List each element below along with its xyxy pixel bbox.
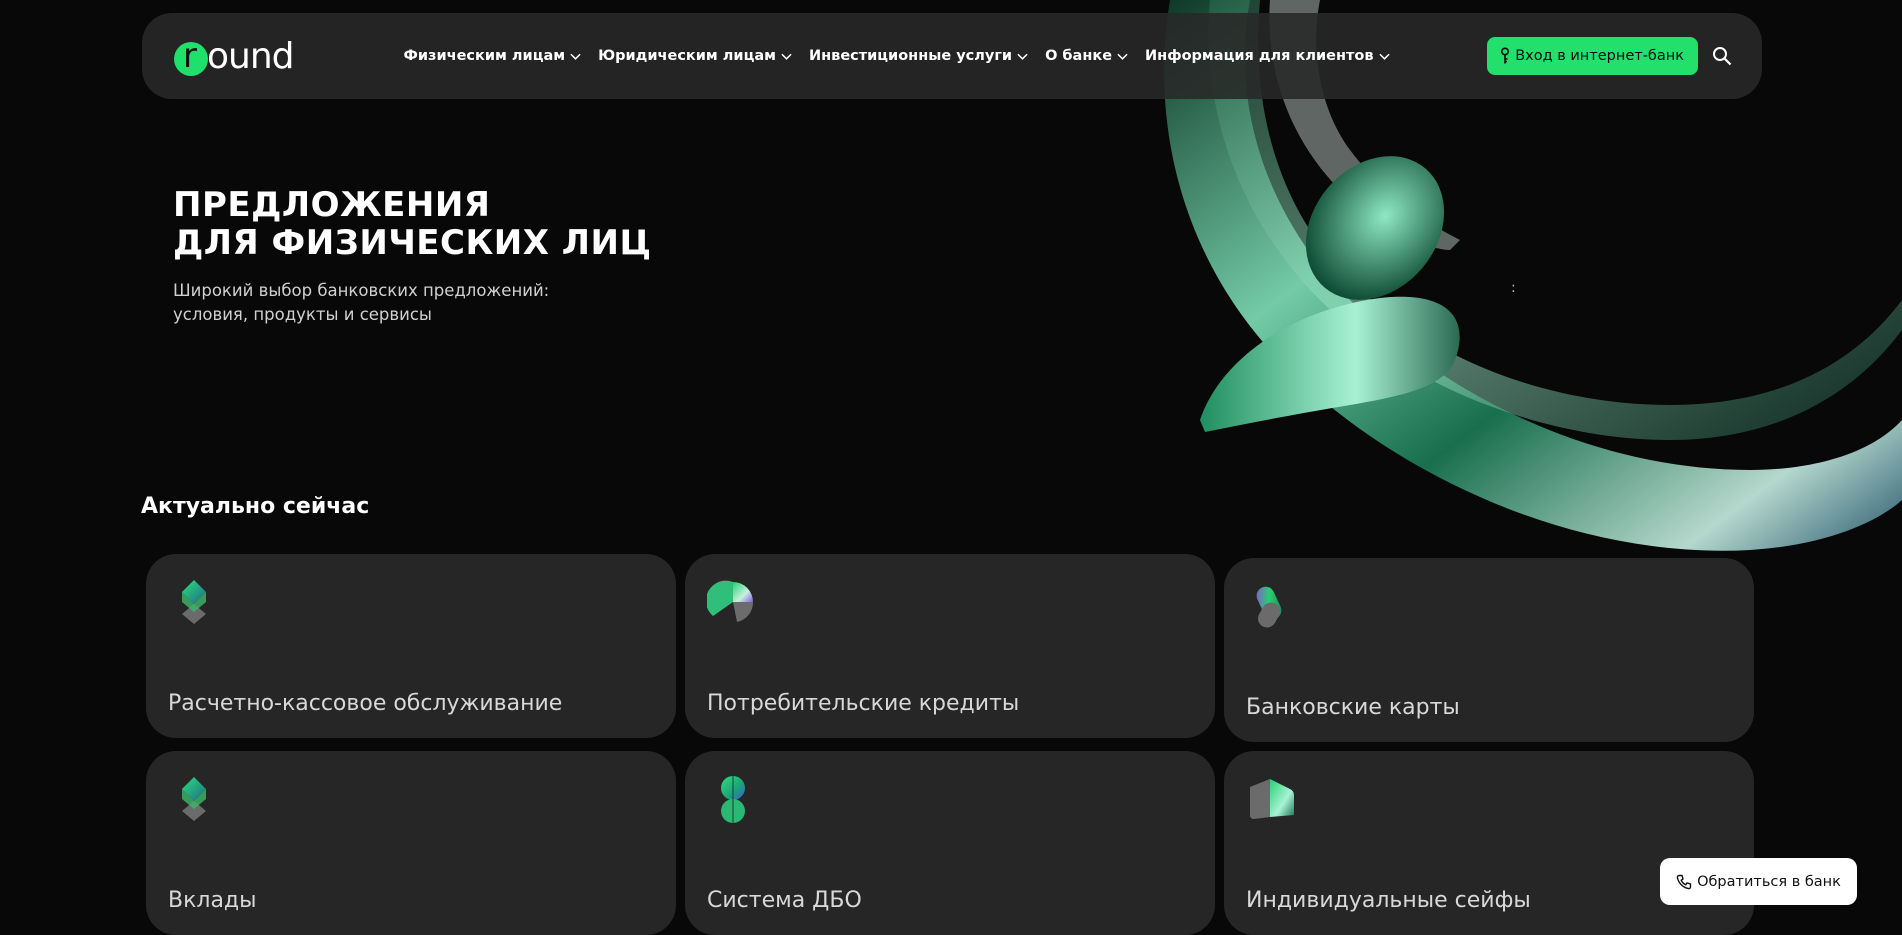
- nav-investment[interactable]: Инвестиционные услуги: [809, 48, 1028, 64]
- nav-label: Информация для клиентов: [1145, 48, 1374, 64]
- card-deposits[interactable]: Вклады: [146, 751, 676, 935]
- card-bank-cards[interactable]: Банковские карты: [1224, 558, 1754, 742]
- diamond-stack-icon: [182, 777, 206, 821]
- nav-label: О банке: [1045, 48, 1113, 64]
- card-label: Индивидуальные сейфы: [1246, 888, 1531, 913]
- card-consumer-loans[interactable]: Потребительские кредиты: [685, 554, 1215, 738]
- page-subtitle-line: Широкий выбор банковских предложений:: [173, 281, 550, 300]
- chevron-down-icon: [1017, 53, 1028, 60]
- card-safe-deposit[interactable]: Индивидуальные сейфы: [1224, 751, 1754, 935]
- page-title-line: ДЛЯ ФИЗИЧЕСКИХ ЛИЦ: [173, 223, 652, 263]
- section-title: Актуально сейчас: [141, 494, 370, 519]
- card-cash-services[interactable]: Расчетно-кассовое обслуживание: [146, 554, 676, 738]
- logo-mark: r: [174, 36, 208, 76]
- contact-bank-label: Обратиться в банк: [1697, 873, 1841, 890]
- decorative-mark: :: [1511, 280, 1516, 296]
- nav-client-info[interactable]: Информация для клиентов: [1145, 48, 1390, 64]
- search-icon[interactable]: [1712, 46, 1732, 66]
- top-header: r ound Физическим лицам Юридическим лица…: [142, 13, 1762, 99]
- chevron-down-icon: [1378, 53, 1390, 60]
- login-label: Вход в интернет-банк: [1515, 48, 1684, 64]
- nav-legal-entities[interactable]: Юридическим лицам: [598, 48, 792, 64]
- capsule-icon: [1256, 586, 1282, 628]
- page-title: ПРЕДЛОЖЕНИЯ ДЛЯ ФИЗИЧЕСКИХ ЛИЦ: [173, 186, 652, 262]
- logo-text: ound: [207, 35, 295, 77]
- chevron-down-icon: [1117, 53, 1128, 60]
- pie-icon: [707, 580, 754, 622]
- card-label: Система ДБО: [707, 888, 862, 913]
- card-label: Банковские карты: [1246, 695, 1460, 720]
- logo[interactable]: r ound: [174, 35, 295, 77]
- nav-label: Физическим лицам: [403, 48, 566, 64]
- page-title-line: ПРЕДЛОЖЕНИЯ: [173, 185, 491, 225]
- key-icon: [1501, 47, 1510, 64]
- chevron-down-icon: [781, 53, 792, 60]
- contact-bank-button[interactable]: Обратиться в банк: [1660, 858, 1857, 905]
- diamond-stack-icon: [182, 580, 206, 624]
- folded-shape-icon: [1250, 779, 1294, 819]
- card-label: Расчетно-кассовое обслуживание: [168, 691, 563, 716]
- card-label: Потребительские кредиты: [707, 691, 1020, 716]
- card-label: Вклады: [168, 888, 257, 913]
- page-subtitle: Широкий выбор банковских предложений: ус…: [173, 279, 549, 327]
- login-button[interactable]: Вход в интернет-банк: [1487, 37, 1698, 75]
- nav-label: Юридическим лицам: [598, 48, 776, 64]
- page-subtitle-line: условия, продукты и сервисы: [173, 305, 432, 324]
- chevron-down-icon: [570, 53, 581, 60]
- phone-icon: [1676, 874, 1692, 889]
- nav-about-bank[interactable]: О банке: [1045, 48, 1128, 64]
- nav-individuals[interactable]: Физическим лицам: [404, 48, 582, 64]
- card-remote-banking[interactable]: Система ДБО: [685, 751, 1215, 935]
- main-nav: Физическим лицам Юридическим лицам Инвес…: [404, 48, 1390, 64]
- nav-label: Инвестиционные услуги: [808, 48, 1013, 64]
- figure-eight-icon: [721, 776, 745, 823]
